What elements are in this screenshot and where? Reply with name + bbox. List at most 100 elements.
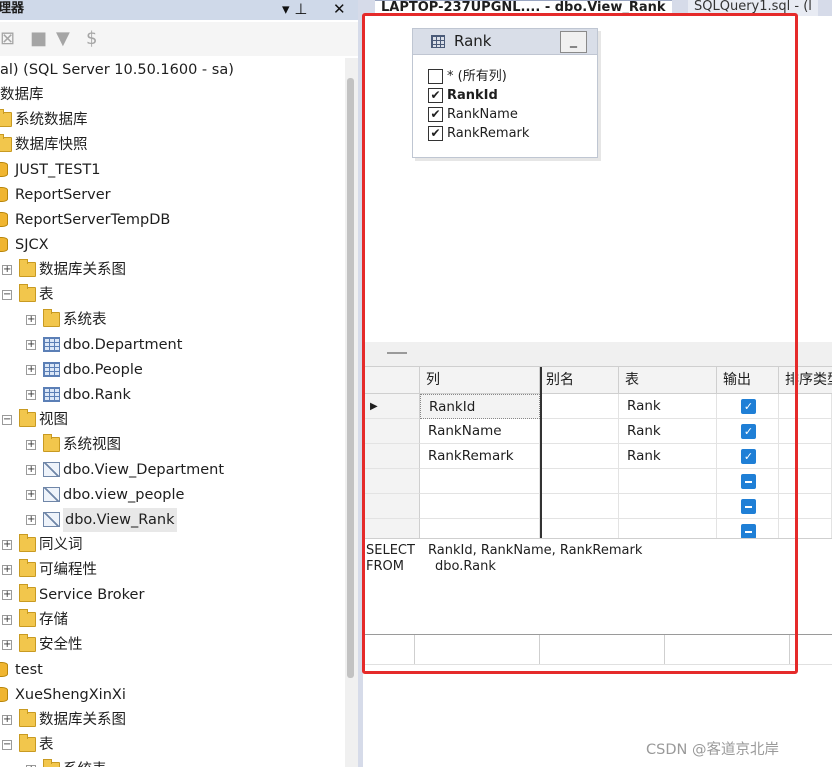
grid-header-alias[interactable]: 别名 [540,367,619,394]
grid-cell-column[interactable] [420,494,540,519]
vertical-scrollbar[interactable] [345,58,358,767]
pin-icon[interactable]: ▾ ⊥ [282,0,307,18]
grid-cell-output[interactable] [717,494,779,519]
expand-icon[interactable]: + [26,340,36,350]
grid-cell-output[interactable]: ✓ [717,419,779,444]
grid-header-table[interactable]: 表 [619,367,717,394]
grid-cell-alias[interactable] [540,419,619,444]
expand-icon[interactable]: + [2,715,12,725]
expand-icon[interactable]: + [26,440,36,450]
grid-cell-table[interactable]: Rank [619,419,717,444]
row-header[interactable] [363,419,420,444]
sql-select-keyword: SELECT [366,543,415,558]
scrollbar-thumb[interactable] [347,78,354,678]
expand-icon[interactable]: + [2,590,12,600]
expand-icon[interactable]: + [26,515,36,525]
expand-icon[interactable]: + [26,365,36,375]
grid-header-column[interactable]: 列 [420,367,540,394]
tree-node-label: ReportServer [15,187,111,203]
tree-node-label: 数据库关系图 [39,262,126,278]
grid-cell-table[interactable]: Rank [619,394,717,419]
tree-node-label: 系统视图 [63,437,121,453]
output-checkbox[interactable]: ✓ [741,424,756,439]
pane-divider[interactable] [363,342,832,366]
output-checkbox[interactable] [741,474,756,489]
output-checkbox[interactable]: ✓ [741,399,756,414]
tab-sqlquery1[interactable]: SQLQuery1.sql - (l [688,0,818,16]
collapse-icon[interactable]: − [2,290,12,300]
tree-node-label: 存储 [39,612,68,628]
tree-node-label: 数据库 [0,87,44,103]
column-checkbox[interactable]: ✔ [428,107,443,122]
close-icon[interactable]: ✕ [333,0,346,18]
tree-node-label: 同义词 [39,537,83,553]
output-checkbox[interactable]: ✓ [741,449,756,464]
grid-cell-output[interactable]: ✓ [717,444,779,469]
expand-icon[interactable]: + [26,390,36,400]
filter-icon[interactable]: ▼ [56,29,70,49]
expand-icon[interactable]: + [2,565,12,575]
output-checkbox[interactable] [741,499,756,514]
column-checkbox[interactable] [428,69,443,84]
grid-cell-output[interactable]: ✓ [717,394,779,419]
stop-icon[interactable]: ■ [30,29,47,49]
tree-node-label: JUST_TEST1 [15,162,101,178]
grid-cell-sort-type[interactable] [779,469,832,494]
grid-cell-alias[interactable] [540,494,619,519]
pane-divider-grip[interactable] [387,352,407,354]
output-checkbox[interactable] [741,524,756,539]
grid-header-output[interactable]: 输出 [717,367,779,394]
folder-icon [0,109,12,127]
grid-header-sort-type[interactable]: 排序类型 [779,367,832,394]
expand-icon[interactable]: + [2,640,12,650]
grid-cell-sort-type[interactable] [779,394,832,419]
column-checkbox[interactable]: ✔ [428,88,443,103]
refresh-icon[interactable]: $ [86,29,97,49]
grid-cell-table[interactable] [619,469,717,494]
grid-cell-column[interactable]: RankRemark [420,444,540,469]
tab-view-rank[interactable]: LAPTOP-237UPGNL.... - dbo.View_Rank [375,0,672,16]
tree-node-label: 系统表 [63,312,107,328]
results-pane[interactable] [363,634,832,665]
grid-cell-alias[interactable] [540,394,619,419]
expand-icon[interactable]: + [2,265,12,275]
disconnect-icon[interactable]: ⊠ [0,29,15,49]
sql-pane[interactable]: SELECT RankId, RankName, RankRemark FROM… [363,538,832,634]
expand-icon[interactable]: + [26,490,36,500]
grid-cell-column[interactable]: RankId [420,394,540,419]
row-header[interactable] [363,444,420,469]
rank-table-name: Rank [454,32,492,50]
row-header[interactable] [363,494,420,519]
view-icon [43,462,60,477]
expand-icon[interactable]: + [26,465,36,475]
rank-table-header[interactable]: Rank _ [413,29,597,55]
database-icon [0,687,8,702]
expand-icon[interactable]: + [2,615,12,625]
tree-node-label: 安全性 [39,637,83,653]
grid-cell-sort-type[interactable] [779,494,832,519]
grid-cell-alias[interactable] [540,444,619,469]
row-header[interactable] [363,469,420,494]
column-checkbox[interactable]: ✔ [428,126,443,141]
column-divider [540,367,542,539]
tree-node-label: 表 [39,287,54,303]
column-label: RankId [447,88,498,103]
folder-icon [19,284,36,302]
row-header[interactable]: ▶ [363,394,420,419]
grid-cell-table[interactable] [619,494,717,519]
grid-cell-table[interactable]: Rank [619,444,717,469]
grid-cell-alias[interactable] [540,469,619,494]
expand-icon[interactable]: + [2,540,12,550]
expand-icon[interactable]: + [26,315,36,325]
grid-cell-sort-type[interactable] [779,444,832,469]
diagram-pane[interactable]: Rank _ * (所有列) ✔ RankId ✔ RankName ✔ RankRemar… [363,16,832,342]
grid-cell-output[interactable] [717,469,779,494]
grid-cell-column[interactable] [420,469,540,494]
collapse-icon[interactable]: − [2,740,12,750]
rank-table-box[interactable]: Rank _ * (所有列) ✔ RankId ✔ RankName ✔ RankRemar… [412,28,598,158]
collapse-icon[interactable]: − [2,415,12,425]
minimize-button[interactable]: _ [560,31,587,53]
grid-cell-sort-type[interactable] [779,419,832,444]
tree-node-label: 数据库快照 [15,137,88,153]
grid-cell-column[interactable]: RankName [420,419,540,444]
